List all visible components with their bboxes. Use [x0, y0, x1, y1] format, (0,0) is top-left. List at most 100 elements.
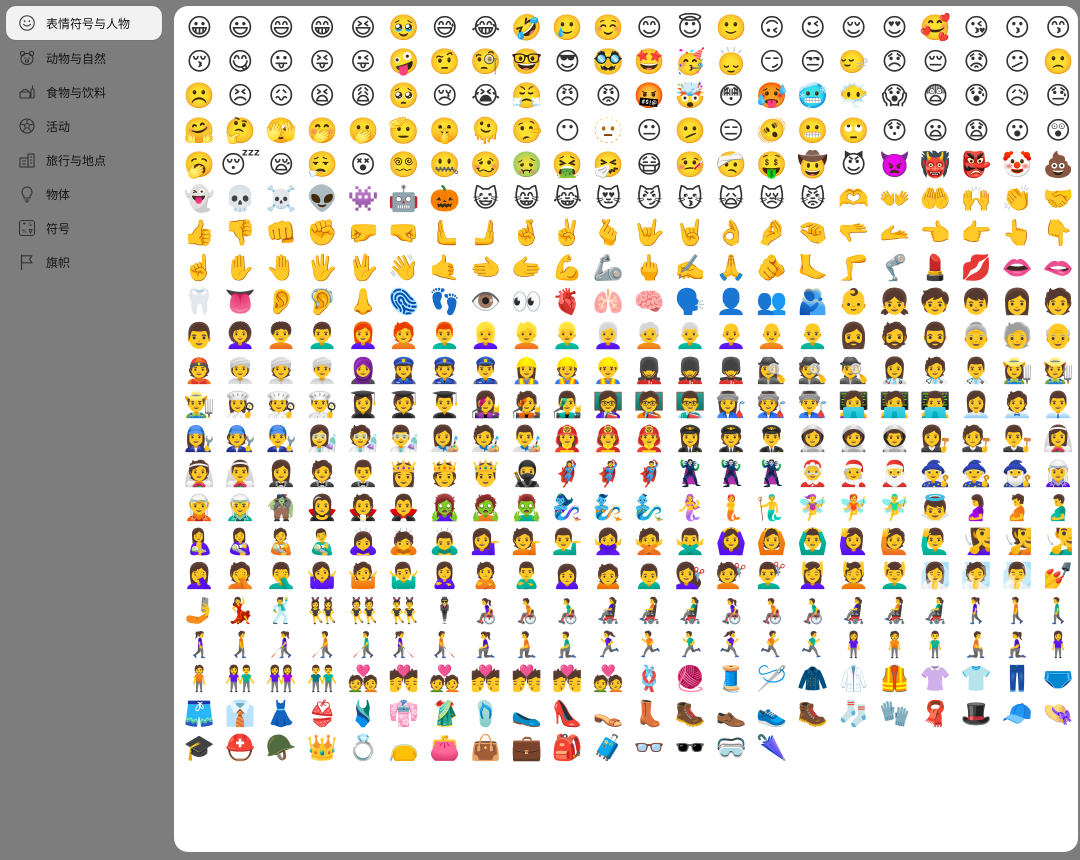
emoji-cell[interactable]: 🗣️	[670, 284, 711, 318]
emoji-cell[interactable]: 👨‍🦱	[302, 319, 343, 353]
emoji-cell[interactable]: 🧑‍🔧	[220, 422, 261, 456]
emoji-cell[interactable]: 🧑‍🍳	[261, 387, 302, 421]
emoji-cell[interactable]: 🧑‍🍼	[261, 524, 302, 558]
emoji-cell[interactable]: 🤕	[711, 147, 752, 181]
emoji-cell[interactable]: 😤	[506, 79, 547, 113]
emoji-cell[interactable]: 😧	[956, 113, 997, 147]
emoji-cell[interactable]: 👅	[220, 284, 261, 318]
emoji-cell[interactable]: 👩‍🦯‍➡️	[383, 627, 424, 661]
emoji-cell[interactable]: 👨‍🔧	[261, 422, 302, 456]
emoji-cell[interactable]: 😖	[261, 79, 302, 113]
emoji-cell[interactable]: 🧑‍🦰	[383, 319, 424, 353]
emoji-cell[interactable]: 👭	[261, 662, 302, 696]
emoji-cell[interactable]: 🙇‍♀️	[343, 524, 384, 558]
emoji-cell[interactable]: 🤷‍♀️	[302, 559, 343, 593]
emoji-cell[interactable]: 👨‍⚕️	[956, 353, 997, 387]
emoji-cell[interactable]: 💂	[670, 353, 711, 387]
emoji-cell[interactable]: 👓	[629, 730, 670, 764]
emoji-cell[interactable]: 🤛	[343, 216, 384, 250]
emoji-cell[interactable]: 👩‍🍳	[220, 387, 261, 421]
emoji-cell[interactable]: 👩‍🏭	[711, 387, 752, 421]
emoji-cell[interactable]: 🦻	[302, 284, 343, 318]
emoji-cell[interactable]: 👼	[915, 490, 956, 524]
emoji-cell[interactable]: 👳	[261, 353, 302, 387]
emoji-cell[interactable]: 👩‍🍼	[220, 524, 261, 558]
emoji-cell[interactable]: 🧤	[874, 696, 915, 730]
emoji-cell[interactable]: 🧖	[956, 559, 997, 593]
emoji-cell[interactable]: 👨‍🍳	[302, 387, 343, 421]
emoji-cell[interactable]: 😵	[343, 147, 384, 181]
emoji-cell[interactable]: 💆‍♂️	[874, 559, 915, 593]
emoji-cell[interactable]: 💑	[424, 662, 465, 696]
emoji-cell[interactable]: 🥳	[670, 44, 711, 78]
emoji-cell[interactable]: 🥿	[506, 696, 547, 730]
emoji-cell[interactable]: 🚶‍♀️	[956, 593, 997, 627]
emoji-cell[interactable]: 👨‍🦲	[792, 319, 833, 353]
emoji-cell[interactable]: 🙍‍♀️	[547, 559, 588, 593]
emoji-cell[interactable]: 👍	[179, 216, 220, 250]
emoji-cell[interactable]: 👩‍🦽	[465, 593, 506, 627]
emoji-cell[interactable]: 👨‍🦰	[424, 319, 465, 353]
emoji-cell[interactable]: 🤣	[506, 10, 547, 44]
emoji-cell[interactable]: 🥱	[179, 147, 220, 181]
emoji-cell[interactable]: 🥵	[751, 79, 792, 113]
emoji-cell[interactable]: 👣	[424, 284, 465, 318]
emoji-cell[interactable]: 👟	[751, 696, 792, 730]
emoji-cell[interactable]: 😍	[874, 10, 915, 44]
emoji-cell[interactable]: 🧑‍⚕️	[915, 353, 956, 387]
emoji-cell[interactable]: 😕	[997, 44, 1038, 78]
emoji-cell[interactable]: 🧑‍🎓	[383, 387, 424, 421]
emoji-cell[interactable]: 🧏‍♀️	[956, 524, 997, 558]
emoji-cell[interactable]: 🧎‍♂️	[547, 627, 588, 661]
emoji-cell[interactable]: 😒	[792, 44, 833, 78]
emoji-cell[interactable]: 🧍	[179, 662, 220, 696]
emoji-cell[interactable]: 🤦‍♀️	[179, 559, 220, 593]
emoji-cell[interactable]: 🧛	[343, 490, 384, 524]
emoji-cell[interactable]: 🧕	[343, 353, 384, 387]
emoji-cell[interactable]: 👝	[383, 730, 424, 764]
emoji-cell[interactable]: 👰	[179, 456, 220, 490]
emoji-cell[interactable]: 👩‍🚒	[547, 422, 588, 456]
emoji-cell[interactable]: 🦵	[833, 250, 874, 284]
emoji-cell[interactable]: 😄	[261, 10, 302, 44]
emoji-cell[interactable]: 👕	[956, 662, 997, 696]
emoji-cell[interactable]: 🧟‍♀️	[424, 490, 465, 524]
emoji-cell[interactable]: 🧑‍🚀	[833, 422, 874, 456]
emoji-cell[interactable]: 😙	[1038, 10, 1078, 44]
emoji-cell[interactable]: 🤷	[343, 559, 384, 593]
emoji-cell[interactable]: 🧔‍♂️	[915, 319, 956, 353]
emoji-cell[interactable]: ✍️	[670, 250, 711, 284]
emoji-cell[interactable]: 🤬	[629, 79, 670, 113]
emoji-cell[interactable]: 😭	[465, 79, 506, 113]
emoji-cell[interactable]: 🧍‍♂️	[915, 627, 956, 661]
emoji-cell[interactable]: 🧑‍💼	[997, 387, 1038, 421]
emoji-cell[interactable]: 👻	[179, 181, 220, 215]
emoji-cell[interactable]: 👨‍🚒	[629, 422, 670, 456]
emoji-cell[interactable]: 🫸	[465, 216, 506, 250]
emoji-cell[interactable]: 💋	[956, 250, 997, 284]
emoji-cell[interactable]: 🥼	[833, 662, 874, 696]
emoji-cell[interactable]: 😎	[547, 44, 588, 78]
emoji-cell[interactable]: 👨‍🚀	[874, 422, 915, 456]
emoji-cell[interactable]: 🫶	[833, 181, 874, 215]
emoji-cell[interactable]: 🤰	[956, 490, 997, 524]
emoji-cell[interactable]: 👷	[547, 353, 588, 387]
emoji-cell[interactable]: 🚶	[997, 593, 1038, 627]
emoji-cell[interactable]: 🤖	[383, 181, 424, 215]
emoji-cell[interactable]: 😠	[547, 79, 588, 113]
emoji-cell[interactable]: 🦹‍♂️	[751, 456, 792, 490]
emoji-cell[interactable]: 🩲	[1038, 662, 1078, 696]
emoji-cell[interactable]: 🧝‍♂️	[220, 490, 261, 524]
emoji-cell[interactable]: 😗	[997, 10, 1038, 44]
emoji-cell[interactable]: 🪖	[261, 730, 302, 764]
emoji-cell[interactable]: 🧢	[997, 696, 1038, 730]
sidebar-category-7[interactable]: 旗帜	[6, 245, 162, 279]
emoji-cell[interactable]: 🧍‍♀️	[833, 627, 874, 661]
emoji-cell[interactable]: 👩‍✈️	[670, 422, 711, 456]
emoji-cell[interactable]: 💁‍♂️	[547, 524, 588, 558]
emoji-cell[interactable]: 👐	[874, 181, 915, 215]
emoji-cell[interactable]: 🤭	[302, 113, 343, 147]
emoji-cell[interactable]: 🦹	[711, 456, 752, 490]
emoji-cell[interactable]: 🪢	[629, 662, 670, 696]
emoji-cell[interactable]: 🧣	[915, 696, 956, 730]
